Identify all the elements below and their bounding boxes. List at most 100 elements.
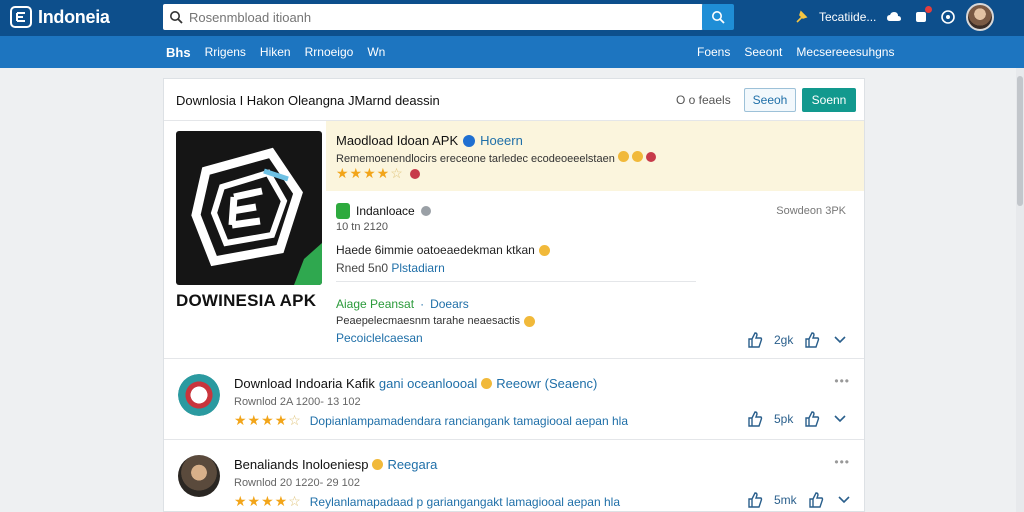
thumbs-up-icon[interactable] <box>803 410 821 428</box>
chevron-down-icon[interactable] <box>831 331 849 349</box>
list-item[interactable]: Download Indoaria Kafik gani oceanloooal… <box>164 360 864 440</box>
sub-entry-line4: Peaepelecmaesnm tarahe neaesactis <box>336 315 536 327</box>
row-title-text[interactable]: Download Indoaria Kafik <box>234 376 375 391</box>
user-link[interactable]: Tecatiide... <box>819 10 876 24</box>
row-title-link[interactable]: Reegara <box>387 457 437 472</box>
thumbs-up-icon[interactable] <box>746 410 764 428</box>
row-link[interactable]: Reylanlamapadaad p gariangangakt lamagio… <box>310 495 620 509</box>
featured-description: Rememoenendlocirs ereceone tarledec ecod… <box>336 151 657 165</box>
row-meta: Rownlod 2A 1200- 13 102 <box>234 396 361 408</box>
results-toolbar: Downlosia I Hakon Oleangna JMarnd deassi… <box>164 79 864 121</box>
thumbs-up-icon[interactable] <box>807 491 825 509</box>
emoji-icon <box>631 151 643 162</box>
nav-item-seeont[interactable]: Seeont <box>744 45 782 59</box>
emoji-icon <box>538 244 550 256</box>
cloud-icon[interactable] <box>885 8 903 26</box>
nav-item-messages[interactable]: Mecsereeesuhgns <box>796 45 894 59</box>
sub-entry-name[interactable]: Indanloace <box>356 204 415 218</box>
row-meta: Rownlod 20 1220- 29 102 <box>234 477 360 489</box>
app-avatar <box>178 455 220 497</box>
page-scrollbar[interactable] <box>1016 68 1024 512</box>
header-actions: Tecatiide... <box>792 3 995 31</box>
featured-rating: ★★★★☆ <box>336 165 420 182</box>
emoji-icon <box>524 315 536 327</box>
emoji-icon <box>646 152 657 162</box>
search-icon <box>163 4 189 30</box>
sub-entry-header: Indanloace <box>336 203 431 219</box>
brand-logo[interactable]: Indoneia <box>10 6 110 28</box>
emoji-icon <box>617 151 629 162</box>
sub-entry-line5[interactable]: Pecoiclelcaesan <box>336 331 423 345</box>
featured-title-link[interactable]: Hoeern <box>480 133 523 148</box>
search-icon <box>712 11 725 24</box>
pin-icon[interactable] <box>792 8 810 26</box>
sub-entry-meta: 10 tn 2120 <box>336 221 388 233</box>
nav-item-regions[interactable]: Rrigens <box>205 45 246 59</box>
search-bar <box>163 4 703 30</box>
scrollbar-thumb[interactable] <box>1017 76 1023 206</box>
help-icon[interactable] <box>939 8 957 26</box>
row-title: Download Indoaria Kafik gani oceanloooal… <box>234 376 597 391</box>
thumbs-up-icon[interactable] <box>746 331 764 349</box>
row-title-link[interactable]: gani oceanloooal <box>379 376 477 391</box>
emoji-icon <box>372 459 384 470</box>
app-logo-icon <box>191 147 322 285</box>
primary-button[interactable]: Soenn <box>802 88 856 112</box>
row-actions: 5pk <box>746 410 849 428</box>
notifications-icon[interactable] <box>912 6 933 26</box>
featured-result: DOWINESIA APK Maodload Idoan APK Hoeern … <box>164 121 864 359</box>
nav-item-wn[interactable]: Wn <box>367 45 385 59</box>
android-icon <box>336 203 350 219</box>
more-options-icon[interactable]: ••• <box>834 455 850 469</box>
app-logo-tile[interactable] <box>176 131 322 285</box>
logo-icon <box>10 6 32 28</box>
star-rating: ★★★★☆ <box>234 493 302 509</box>
thumbs-up-icon[interactable] <box>746 491 764 509</box>
brand-name: Indoneia <box>38 6 110 27</box>
row-rating: ★★★★☆ Reylanlamapadaad p gariangangakt l… <box>234 493 620 510</box>
row-actions: 5mk <box>746 491 853 509</box>
nav-item-foens[interactable]: Foens <box>697 45 730 59</box>
row-rating: ★★★★☆ Dopianlampamadendara ranciangank t… <box>234 412 628 429</box>
more-options-icon[interactable]: ••• <box>834 374 850 388</box>
sub-entry-line2-link[interactable]: Plstadiarn <box>391 261 444 275</box>
row-link[interactable]: Dopianlampamadendara ranciangank tamagio… <box>310 414 628 428</box>
star-rating: ★★★★☆ <box>336 165 404 181</box>
verified-icon <box>463 134 476 147</box>
sort-label[interactable]: O o feaels <box>676 93 731 107</box>
row-title: Benaliands Inoloeniesp Reegara <box>234 457 437 472</box>
sub-entry-status[interactable]: Aiage Peansat <box>336 297 414 311</box>
star-rating: ★★★★☆ <box>234 412 302 428</box>
sub-entry-line1: Haede 6immie oatoeaedekman ktkan <box>336 243 550 257</box>
nav-item-hiken[interactable]: Hiken <box>260 45 291 59</box>
chevron-down-icon[interactable] <box>835 491 853 509</box>
sub-entry-line3: Aiage Peansat · Doears <box>336 297 469 311</box>
row-title-text[interactable]: Benaliands Inoloeniesp <box>234 457 368 472</box>
thumbs-up-icon[interactable] <box>803 331 821 349</box>
divider <box>336 281 696 282</box>
app-caption: DOWINESIA APK <box>176 291 317 310</box>
emoji-icon <box>481 378 493 389</box>
sub-entry-date: Sowdeon 3PK <box>776 205 846 217</box>
list-item[interactable]: Benaliands Inoloeniesp Reegara Rownlod 2… <box>164 441 864 512</box>
featured-description-text: Rememoenendlocirs ereceone tarledec ecod… <box>336 153 615 165</box>
featured-title[interactable]: Maodload Idoan APK Hoeern <box>336 133 523 148</box>
sub-entry-line2: Rned 5n0 Plstadiarn <box>336 261 445 275</box>
nav-item-rrnoeigo[interactable]: Rrnoeigo <box>305 45 354 59</box>
sub-entry-line4-text: Peaepelecmaesnm tarahe neaesactis <box>336 315 521 327</box>
outline-button[interactable]: Seeoh <box>744 88 796 112</box>
sub-entry-link[interactable]: Doears <box>430 297 469 311</box>
like-count: 5pk <box>774 412 794 426</box>
search-input[interactable] <box>189 9 689 25</box>
top-header: Indoneia Tecatiide... <box>0 0 1024 36</box>
sub-entry-line2-text: Rned 5n0 <box>336 261 389 275</box>
chevron-down-icon[interactable] <box>831 410 849 428</box>
app-avatar <box>178 374 220 416</box>
nav-item-home[interactable]: Bhs <box>166 45 191 60</box>
row-tag[interactable]: Reeowr (Seaenc) <box>496 376 597 391</box>
user-avatar[interactable] <box>966 3 995 31</box>
like-count: 2gk <box>774 333 794 347</box>
info-icon <box>420 206 431 216</box>
search-button[interactable] <box>702 4 734 30</box>
featured-title-text: Maodload Idoan APK <box>336 133 459 148</box>
